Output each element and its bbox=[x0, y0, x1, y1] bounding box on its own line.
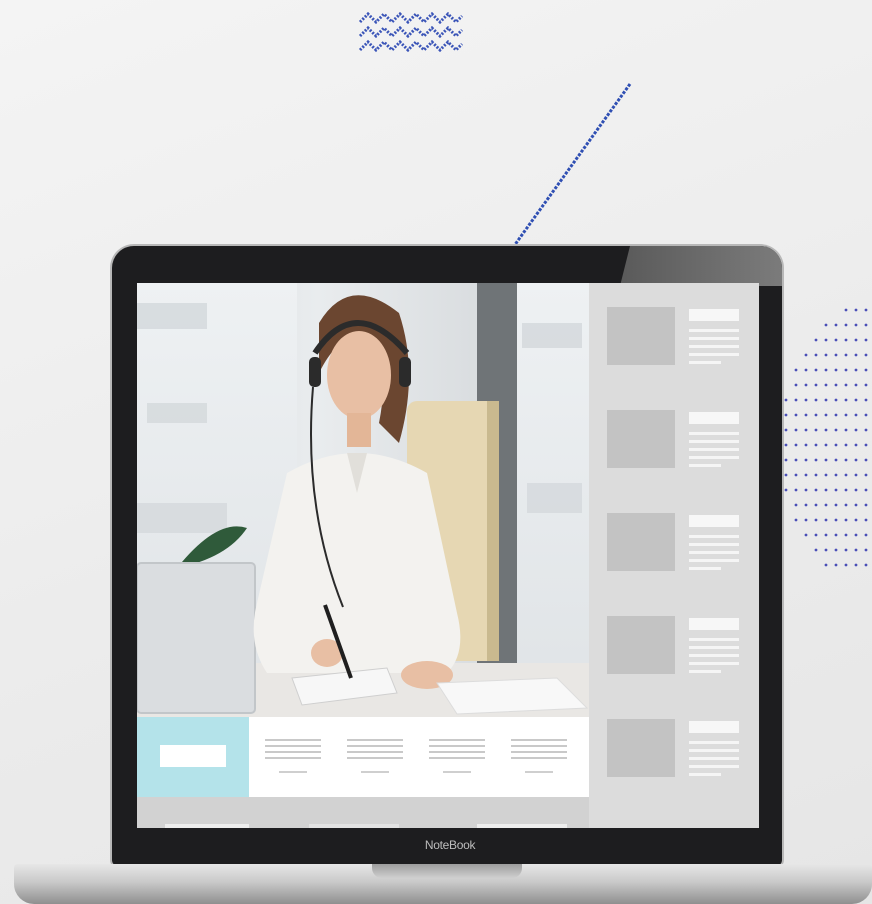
content-tabbar bbox=[137, 717, 589, 797]
playlist-item[interactable] bbox=[607, 513, 747, 573]
dot-grid-icon bbox=[784, 308, 868, 567]
playlist-title bbox=[689, 721, 739, 733]
playlist-item[interactable] bbox=[607, 616, 747, 676]
playlist-thumbnail bbox=[607, 719, 675, 777]
lid-glare bbox=[620, 246, 782, 286]
tab-5[interactable] bbox=[511, 739, 567, 775]
zigzag-decoration-icon bbox=[358, 11, 464, 53]
playlist-thumbnail bbox=[607, 616, 675, 674]
playlist-item[interactable] bbox=[607, 307, 747, 367]
playlist-thumbnail bbox=[607, 513, 675, 571]
tab-active[interactable] bbox=[137, 717, 249, 797]
brand-label: NoteBook bbox=[424, 838, 476, 852]
video-player[interactable] bbox=[137, 283, 589, 717]
playlist-thumbnail bbox=[607, 410, 675, 468]
laptop-screen bbox=[137, 283, 759, 828]
diagonal-line-icon bbox=[512, 83, 632, 247]
laptop-base-notch bbox=[372, 864, 522, 878]
playlist-title bbox=[689, 618, 739, 630]
playlist-item[interactable] bbox=[607, 719, 747, 779]
tab-active-label-placeholder bbox=[160, 745, 226, 767]
playlist-title bbox=[689, 309, 739, 321]
playlist-thumbnail bbox=[607, 307, 675, 365]
playlist-title bbox=[689, 412, 739, 424]
tab-2[interactable] bbox=[265, 739, 321, 775]
woman-with-headset-illustration bbox=[137, 295, 589, 717]
playlist-sidebar bbox=[589, 283, 759, 828]
bottom-strip bbox=[137, 797, 589, 828]
playlist-title bbox=[689, 515, 739, 527]
tab-4[interactable] bbox=[429, 739, 485, 775]
playlist-item[interactable] bbox=[607, 410, 747, 470]
tab-3[interactable] bbox=[347, 739, 403, 775]
